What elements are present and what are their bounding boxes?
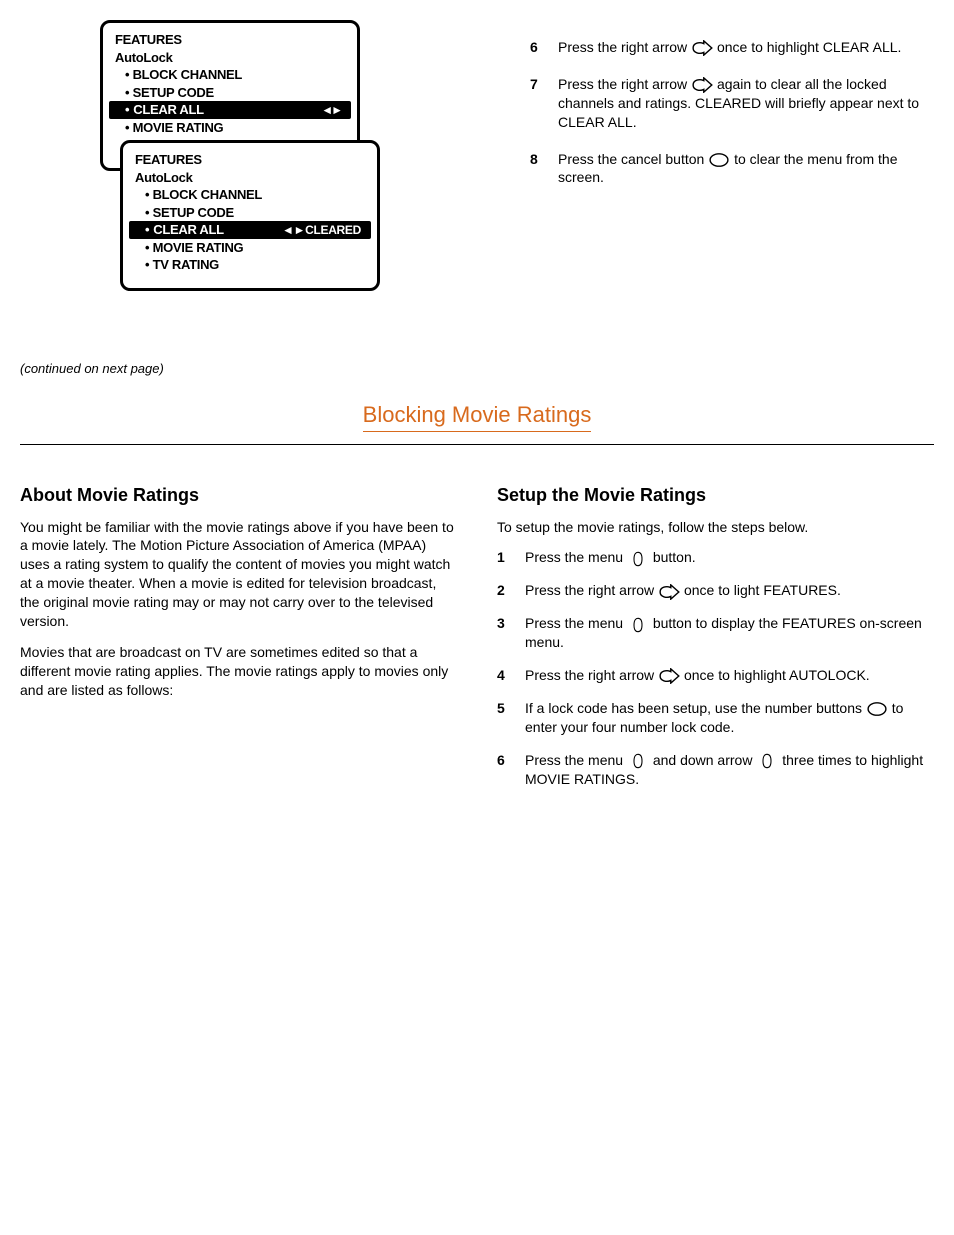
setup-step-4: 4 Press the right arrow once to highligh… [497, 666, 934, 685]
tv-menu-item-highlighted: •CLEAR ALL ◄►CLEARED [129, 221, 371, 239]
section-divider [20, 444, 934, 445]
number-buttons-icon [866, 701, 888, 717]
setup-step-6: 6 Press the menu and down arrow three ti… [497, 751, 934, 789]
step-6: 6 Press the right arrow once to highligh… [530, 38, 934, 57]
cleared-status: ◄►CLEARED [282, 222, 361, 238]
setup-movie-ratings-heading: Setup the Movie Ratings [497, 483, 934, 507]
section-title: Blocking Movie Ratings [363, 400, 592, 433]
tv-menu-item: BLOCK CHANNEL [123, 186, 377, 204]
tv-menu-box-cleared: FEATURES AutoLock BLOCK CHANNEL SETUP CO… [120, 140, 380, 291]
tv-menu-item: MOVIE RATING [123, 239, 377, 257]
right-column: Setup the Movie Ratings To setup the mov… [497, 475, 934, 802]
setup-step-3: 3 Press the menu button to display the F… [497, 614, 934, 652]
left-column: About Movie Ratings You might be familia… [20, 475, 457, 802]
tv-heading: FEATURES [103, 31, 357, 49]
tv-menu-item: SETUP CODE [123, 204, 377, 222]
tv-subheading: AutoLock [103, 49, 357, 67]
right-arrow-icon [691, 77, 713, 93]
setup-step-5: 5 If a lock code has been setup, use the… [497, 699, 934, 737]
tv-menu-item: TV RATING [123, 256, 377, 274]
about-movie-ratings-p1: You might be familiar with the movie rat… [20, 518, 457, 631]
about-movie-ratings-heading: About Movie Ratings [20, 483, 457, 507]
menu-button-icon [627, 753, 649, 769]
step-8: 8 Press the cancel button to clear the m… [530, 150, 934, 188]
tv-menu-item: MOVIE RATING [103, 119, 357, 137]
menu-button-icon [627, 617, 649, 633]
continued-note: (continued on next page) [20, 360, 934, 378]
right-arrow-icon [691, 40, 713, 56]
autolock-menu-illustration: FEATURES AutoLock BLOCK CHANNEL SETUP CO… [100, 20, 500, 320]
arrows-icon: ◄► [321, 102, 341, 118]
tv-heading: FEATURES [123, 151, 377, 169]
setup-step-2: 2 Press the right arrow once to light FE… [497, 581, 934, 600]
setup-step-1: 1 Press the menu button. [497, 548, 934, 567]
tv-menu-item: BLOCK CHANNEL [103, 66, 357, 84]
right-arrow-icon [658, 584, 680, 600]
cancel-button-icon [708, 152, 730, 168]
tv-menu-item: SETUP CODE [103, 84, 357, 102]
tv-menu-item-highlighted: •CLEAR ALL ◄► [109, 101, 351, 119]
top-step-list: 6 Press the right arrow once to highligh… [530, 20, 934, 320]
right-arrow-icon [658, 668, 680, 684]
about-movie-ratings-p2: Movies that are broadcast on TV are some… [20, 643, 457, 700]
down-arrow-icon [756, 753, 778, 769]
menu-button-icon [627, 551, 649, 567]
tv-subheading: AutoLock [123, 169, 377, 187]
step-7: 7 Press the right arrow again to clear a… [530, 75, 934, 132]
setup-intro: To setup the movie ratings, follow the s… [497, 518, 934, 537]
